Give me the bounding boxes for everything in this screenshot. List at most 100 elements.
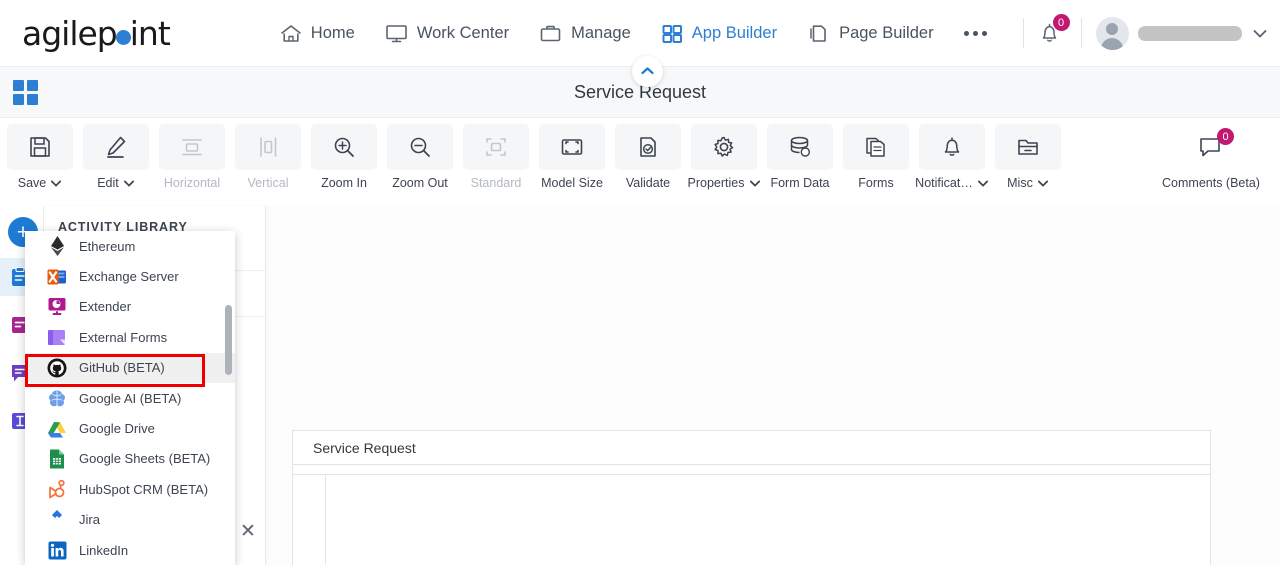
dropdown-item-label: Google Sheets (BETA) [79,451,211,467]
standard-size-button[interactable]: Standard [460,124,532,190]
folder-icon [995,124,1061,170]
dropdown-item-extender[interactable]: Extender [25,292,235,322]
validate-button[interactable]: Validate [612,124,684,190]
chevron-down-icon [1251,27,1269,40]
comment-icon: 0 [1178,124,1244,170]
dropdown-item-hubspot-crm[interactable]: HubSpot CRM (BETA) [25,474,235,504]
horizontal-align-icon [159,124,225,170]
avatar [1095,16,1129,50]
dropdown-item-github[interactable]: GitHub (BETA) [25,352,235,383]
google-drive-icon [47,419,67,439]
briefcase-icon [539,23,562,44]
dropdown-item-jira[interactable]: Jira [25,505,235,535]
swimlane[interactable]: Lane1 [293,475,1210,565]
dropdown-item-google-sheets[interactable]: Google Sheets (BETA) [25,444,235,474]
top-navigation-bar: agilep int Home Work Center Manage App B… [0,0,1280,66]
chevron-down-icon [51,180,62,186]
extender-icon [47,297,67,317]
forms-label: Forms [858,176,894,190]
dropdown-item-label: Jira [79,512,100,528]
dropdown-item-label: Ethereum [79,238,136,254]
zoom-out-label: Zoom Out [392,176,448,190]
zoom-out-icon [387,124,453,170]
vertical-align-icon [235,124,301,170]
nav-divider-2 [1080,18,1082,48]
horizontal-align-label: Horizontal [163,176,221,190]
form-data-button[interactable]: Form Data [764,124,836,190]
nav-item-home[interactable]: Home [280,23,355,44]
home-icon [280,23,302,44]
exchange-server-icon [47,267,67,287]
horizontal-align-button[interactable]: Horizontal [156,124,228,190]
zoom-in-label: Zoom In [321,176,367,190]
comments-count-badge: 0 [1217,128,1234,145]
nav-item-manage-label: Manage [571,23,631,42]
properties-button[interactable]: Properties [688,124,760,190]
dropdown-item-label: Google AI (BETA) [79,390,182,406]
grid-icon [661,23,683,44]
vertical-align-button[interactable]: Vertical [232,124,304,190]
nav-item-app-builder-label: App Builder [691,23,778,42]
forms-icon [843,124,909,170]
ellipsis-icon[interactable] [963,30,987,36]
ethereum-icon [47,236,67,257]
dropdown-item-external-forms[interactable]: External Forms [25,322,235,352]
save-button[interactable]: Save [4,124,76,190]
chevron-up-icon [640,63,655,81]
zoom-out-button[interactable]: Zoom Out [384,124,456,190]
model-size-label: Model Size [541,176,603,190]
dropdown-item-google-drive[interactable]: Google Drive [25,413,235,443]
dropdown-item-label: Exchange Server [79,269,179,285]
edit-button[interactable]: Edit [80,124,152,190]
designer-toolbar: Save Edit Horizontal Vertical Zoom In Zo… [0,118,1280,206]
nav-item-page-builder[interactable]: Page Builder [807,23,934,44]
validate-icon [615,124,681,170]
pencil-icon [83,124,149,170]
nav-item-app-builder[interactable]: App Builder [661,23,777,44]
pages-icon [807,23,830,44]
pool-header-spacer [293,465,1210,475]
nav-divider-1 [1022,18,1024,48]
lane-body[interactable] [326,475,1210,565]
notifications-label: Notificat… [915,176,989,190]
edit-button-label: Edit [97,176,135,190]
activity-dropdown-menu[interactable]: Ethereum Exchange Server Extender Extern… [25,231,235,565]
close-icon[interactable]: ✕ [240,522,256,541]
notification-bell-button[interactable]: 0 [1038,14,1070,45]
agilepoint-logo[interactable]: agilep int [22,13,171,53]
dropdown-item-label: GitHub (BETA) [79,360,165,376]
comments-button[interactable]: 0 Comments (Beta) [1152,124,1270,190]
external-forms-icon [47,327,67,347]
database-icon [767,124,833,170]
nav-item-work-center[interactable]: Work Center [385,23,509,44]
linkedin-icon [47,540,67,560]
jira-icon [47,509,67,530]
form-data-label: Form Data [770,176,830,190]
model-size-button[interactable]: Model Size [536,124,608,190]
dropdown-scrollbar[interactable] [225,305,232,375]
nav-item-manage[interactable]: Manage [539,23,631,44]
misc-button[interactable]: Misc [992,124,1064,190]
user-menu[interactable] [1095,16,1269,50]
github-icon [47,358,67,378]
pool-title: Service Request [293,431,1210,465]
save-icon [7,124,73,170]
collapse-header-button[interactable] [632,56,663,87]
notifications-button[interactable]: Notificat… [915,124,989,190]
chevron-down-icon [749,180,760,186]
gear-icon [691,124,757,170]
dropdown-item-linkedin[interactable]: LinkedIn [25,535,235,565]
zoom-in-button[interactable]: Zoom In [308,124,380,190]
app-root: agilep int Home Work Center Manage App B… [0,0,1280,565]
dropdown-item-label: LinkedIn [79,542,129,558]
dropdown-item-ethereum[interactable]: Ethereum [25,231,235,261]
lane-label: Lane1 [293,475,326,565]
chevron-down-icon [123,180,134,186]
dropdown-item-google-ai[interactable]: Google AI (BETA) [25,383,235,413]
dropdown-item-exchange-server[interactable]: Exchange Server [25,261,235,291]
process-pool[interactable]: Service Request Lane1 [292,430,1211,565]
main-nav-items: Home Work Center Manage App Builder Page… [280,14,1269,50]
logo-text-part1: agilep [22,13,118,53]
google-ai-icon [47,388,67,408]
forms-button[interactable]: Forms [840,124,912,190]
